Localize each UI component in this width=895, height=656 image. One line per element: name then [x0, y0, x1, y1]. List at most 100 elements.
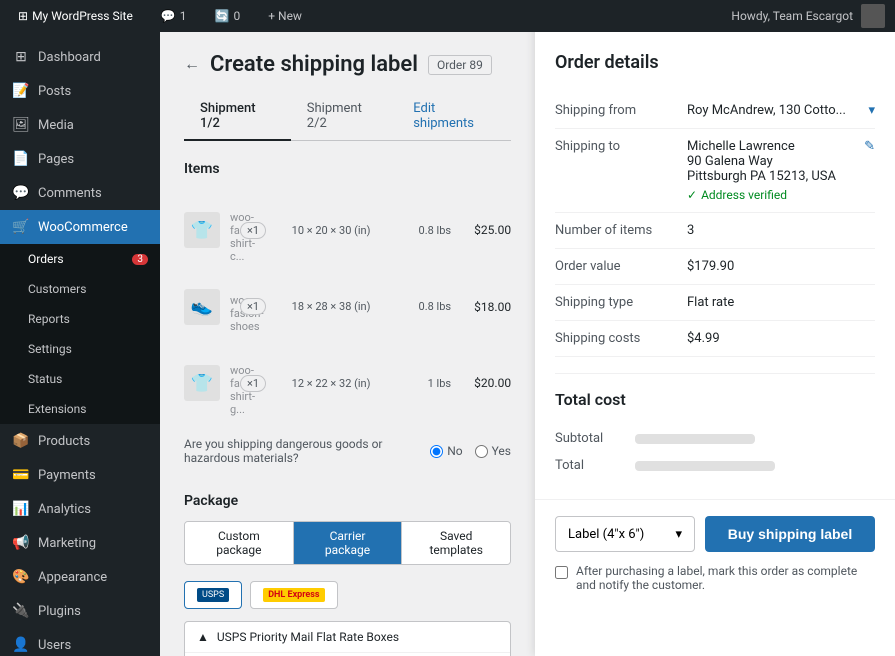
- pages-icon: 📄: [12, 150, 30, 168]
- item-thumb-3: 👕: [184, 365, 220, 401]
- sidebar-item-woo-settings[interactable]: Settings: [0, 334, 160, 364]
- shipping-to-value: Michelle Lawrence 90 Galena Way Pittsbur…: [687, 139, 852, 202]
- item-thumb-1: 👕: [184, 212, 220, 248]
- chevron-down-icon: ▾: [675, 527, 682, 542]
- buy-shipping-label-button[interactable]: Buy shipping label: [705, 516, 875, 552]
- item-weight-1: 0.8 lbs: [396, 224, 451, 237]
- users-icon: 👤: [12, 636, 30, 654]
- package-group-header[interactable]: ▲ USPS Priority Mail Flat Rate Boxes: [185, 622, 510, 653]
- item-row-3: 👕 Shirt - Green woo-fasion-shirt-g... ×1…: [184, 342, 511, 425]
- sidebar-item-analytics[interactable]: 📊 Analytics: [0, 492, 160, 526]
- sidebar-item-reports[interactable]: Reports: [0, 304, 160, 334]
- shipping-to-edit-btn[interactable]: ✎: [864, 139, 875, 154]
- carrier-tabs: USPS DHL Express: [184, 581, 511, 609]
- items-section-title: Items: [184, 161, 511, 177]
- item-thumb-2: 👟: [184, 289, 220, 325]
- dhl-logo: DHL Express: [263, 588, 324, 602]
- analytics-icon: 📊: [12, 500, 30, 518]
- notify-checkbox[interactable]: [555, 566, 568, 579]
- label-action-row: Label (4"x 6") ▾ Buy shipping label: [555, 516, 875, 552]
- admin-new[interactable]: + New: [260, 0, 310, 32]
- dangerous-goods-row: Are you shipping dangerous goods or haza…: [184, 425, 511, 477]
- item-badge-3: ×1: [240, 375, 266, 392]
- package-type-tabs: Custom package Carrier package Saved tem…: [184, 521, 511, 565]
- total-row: Total: [555, 452, 875, 479]
- shipping-from-value[interactable]: Roy McAndrew, 130 Cotto...: [687, 103, 856, 118]
- sidebar-item-media[interactable]: 🖼 Media: [0, 108, 160, 142]
- carrier-dhl[interactable]: DHL Express: [250, 581, 337, 609]
- total-section: Total cost Subtotal Total: [555, 390, 875, 479]
- media-icon: 🖼: [12, 116, 30, 134]
- sidebar-item-status[interactable]: Status: [0, 364, 160, 394]
- plugins-icon: 🔌: [12, 602, 30, 620]
- shipment-tabs: Shipment 1/2 Shipment 2/2 Edit shipments: [184, 93, 511, 141]
- item-price-3: $20.00: [461, 376, 511, 390]
- admin-bar-right: Howdy, Team Escargot: [731, 4, 885, 28]
- divider: [555, 373, 875, 374]
- order-value-row: Order value $179.90: [555, 249, 875, 285]
- sidebar-item-payments[interactable]: 💳 Payments: [0, 458, 160, 492]
- sidebar-item-marketing[interactable]: 📢 Marketing: [0, 526, 160, 560]
- tab-shipment1[interactable]: Shipment 1/2: [184, 93, 291, 141]
- shipping-costs-row: Shipping costs $4.99: [555, 321, 875, 357]
- item-dims-3: 12 × 22 × 32 (in): [276, 377, 386, 390]
- carrier-usps[interactable]: USPS: [184, 581, 242, 609]
- shipping-costs-value: $4.99: [687, 331, 875, 346]
- pkg-tab-custom[interactable]: Custom package: [185, 522, 294, 564]
- dangerous-goods-radio: No Yes: [430, 444, 511, 458]
- admin-bar: ⊞ My WordPress Site 💬 1 🔄 0 + New Howdy,…: [0, 0, 895, 32]
- num-items-value: 3: [687, 223, 875, 238]
- item-price-2: $18.00: [461, 300, 511, 314]
- chevron-up-icon: ▲: [197, 630, 209, 644]
- sidebar-item-dashboard[interactable]: ⊞ Dashboard: [0, 40, 160, 74]
- order-badge: Order 89: [428, 55, 492, 75]
- item-dims-2: 18 × 28 × 38 (in): [276, 300, 386, 313]
- sidebar-item-extensions[interactable]: Extensions: [0, 394, 160, 424]
- sidebar-item-plugins[interactable]: 🔌 Plugins: [0, 594, 160, 628]
- item-weight-2: 0.8 lbs: [396, 300, 451, 313]
- dashboard-icon: ⊞: [12, 48, 30, 66]
- wp-logo-icon: ⊞: [18, 9, 28, 23]
- sidebar-item-woocommerce[interactable]: 🛒 WooCommerce: [0, 210, 160, 244]
- sidebar-item-orders[interactable]: Orders 3: [0, 244, 160, 274]
- pkg-tab-carrier[interactable]: Carrier package: [294, 522, 403, 564]
- admin-site-name[interactable]: ⊞ My WordPress Site: [10, 0, 141, 32]
- notify-row: After purchasing a label, mark this orde…: [555, 564, 875, 592]
- pkg-tab-saved[interactable]: Saved templates: [402, 522, 510, 564]
- tab-shipment2[interactable]: Shipment 2/2: [291, 93, 397, 141]
- sidebar-item-pages[interactable]: 📄 Pages: [0, 142, 160, 176]
- panel-footer: Label (4"x 6") ▾ Buy shipping label Afte…: [535, 499, 895, 608]
- panel-title: Order details: [555, 52, 875, 73]
- sidebar-item-users[interactable]: 👤 Users: [0, 628, 160, 656]
- sidebar-item-posts[interactable]: 📝 Posts: [0, 74, 160, 108]
- shipping-type-row: Shipping type Flat rate: [555, 285, 875, 321]
- shipping-from-row: Shipping from Roy McAndrew, 130 Cotto...…: [555, 93, 875, 129]
- usps-logo: USPS: [197, 588, 229, 602]
- products-icon: 📦: [12, 432, 30, 450]
- package-section-title: Package: [184, 493, 511, 509]
- total-loading: [635, 461, 775, 471]
- tab-edit-shipments[interactable]: Edit shipments: [397, 93, 511, 140]
- sidebar-item-customers[interactable]: Customers: [0, 274, 160, 304]
- shipping-from-dropdown[interactable]: ▾: [868, 103, 875, 118]
- woocommerce-icon: 🛒: [12, 218, 30, 236]
- order-value: $179.90: [687, 259, 875, 274]
- posts-icon: 📝: [12, 82, 30, 100]
- item-row-1: 👕 Shirt - Cream woo-fasion-shirt-c... ×1…: [184, 189, 511, 272]
- howdy-text: Howdy, Team Escargot: [731, 9, 853, 23]
- item-badge-2: ×1: [240, 298, 266, 315]
- item-row-2: 👟 Shoes woo-fasion-shoes ×1 18 × 28 × 38…: [184, 272, 511, 342]
- back-button[interactable]: ←: [184, 56, 200, 74]
- radio-no[interactable]: No: [430, 444, 462, 458]
- admin-updates[interactable]: 🔄 0: [207, 0, 249, 32]
- sidebar-item-comments[interactable]: 💬 Comments: [0, 176, 160, 210]
- admin-comments[interactable]: 💬 1: [153, 0, 195, 32]
- woo-submenu: Orders 3 Customers Reports Settings Stat…: [0, 244, 160, 424]
- sidebar-item-products[interactable]: 📦 Products: [0, 424, 160, 458]
- comment-icon: 💬: [161, 9, 176, 23]
- label-size-select[interactable]: Label (4"x 6") ▾: [555, 516, 695, 552]
- radio-yes[interactable]: Yes: [475, 444, 511, 458]
- update-icon: 🔄: [215, 9, 230, 23]
- checkmark-icon: ✓: [687, 188, 697, 202]
- sidebar-item-appearance[interactable]: 🎨 Appearance: [0, 560, 160, 594]
